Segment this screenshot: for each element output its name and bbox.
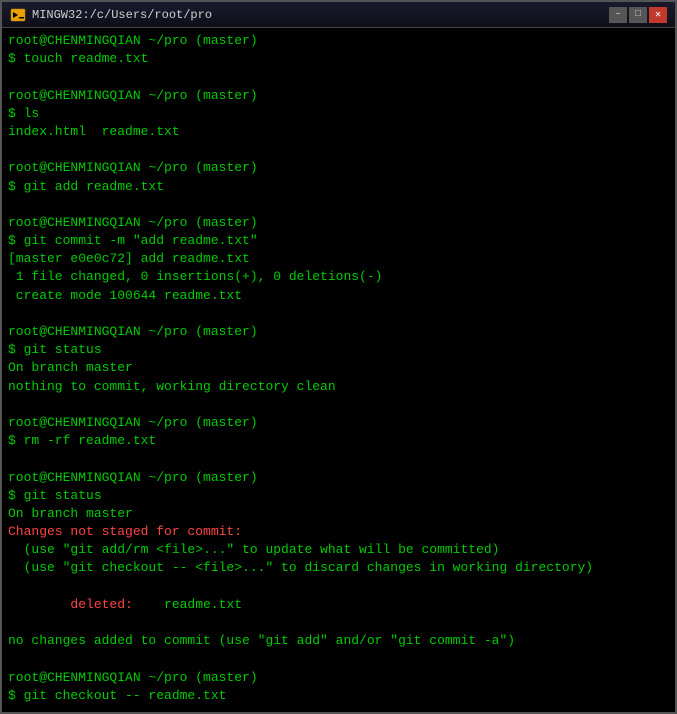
terminal-line: root@CHENMINGQIAN ~/pro (master) xyxy=(8,159,669,177)
terminal-line: $ git status xyxy=(8,341,669,359)
window-controls: – □ ✕ xyxy=(609,7,667,23)
terminal-line: $ git checkout -- readme.txt xyxy=(8,687,669,705)
minimize-button[interactable]: – xyxy=(609,7,627,23)
terminal-line: On branch master xyxy=(8,505,669,523)
terminal-line: index.html readme.txt xyxy=(8,123,669,141)
terminal-line: $ git status xyxy=(8,487,669,505)
terminal-body[interactable]: root@CHENMINGQIAN ~/pro (master)$ touch … xyxy=(2,28,675,712)
terminal-line: no changes added to commit (use "git add… xyxy=(8,632,669,650)
close-button[interactable]: ✕ xyxy=(649,7,667,23)
title-bar-left: MINGW32:/c/Users/root/pro xyxy=(10,7,212,23)
terminal-line: root@CHENMINGQIAN ~/pro (master) xyxy=(8,414,669,432)
terminal-line: 1 file changed, 0 insertions(+), 0 delet… xyxy=(8,268,669,286)
terminal-line: root@CHENMINGQIAN ~/pro (master) xyxy=(8,32,669,50)
terminal-line: $ ls xyxy=(8,105,669,123)
terminal-line: (use "git checkout -- <file>..." to disc… xyxy=(8,559,669,577)
terminal-line: create mode 100644 readme.txt xyxy=(8,287,669,305)
terminal-line: (use "git add/rm <file>..." to update wh… xyxy=(8,541,669,559)
terminal-line: root@CHENMINGQIAN ~/pro (master) xyxy=(8,87,669,105)
terminal-line: [master e0e0c72] add readme.txt xyxy=(8,250,669,268)
terminal-line: $ git commit -m "add readme.txt" xyxy=(8,232,669,250)
terminal-icon xyxy=(10,7,26,23)
terminal-line: nothing to commit, working directory cle… xyxy=(8,378,669,396)
terminal-line: root@CHENMINGQIAN ~/pro (master) xyxy=(8,323,669,341)
terminal-line: deleted: readme.txt xyxy=(8,596,669,614)
terminal-line: $ touch readme.txt xyxy=(8,50,669,68)
window-title: MINGW32:/c/Users/root/pro xyxy=(32,8,212,22)
terminal-line: $ rm -rf readme.txt xyxy=(8,432,669,450)
terminal-line: $ git add readme.txt xyxy=(8,178,669,196)
title-bar: MINGW32:/c/Users/root/pro – □ ✕ xyxy=(2,2,675,28)
terminal-line: On branch master xyxy=(8,359,669,377)
terminal-line: root@CHENMINGQIAN ~/pro (master) xyxy=(8,669,669,687)
maximize-button[interactable]: □ xyxy=(629,7,647,23)
terminal-line: root@CHENMINGQIAN ~/pro (master) xyxy=(8,469,669,487)
terminal-line: root@CHENMINGQIAN ~/pro (master) xyxy=(8,214,669,232)
terminal-window: MINGW32:/c/Users/root/pro – □ ✕ root@CHE… xyxy=(0,0,677,714)
terminal-line: Changes not staged for commit: xyxy=(8,523,669,541)
